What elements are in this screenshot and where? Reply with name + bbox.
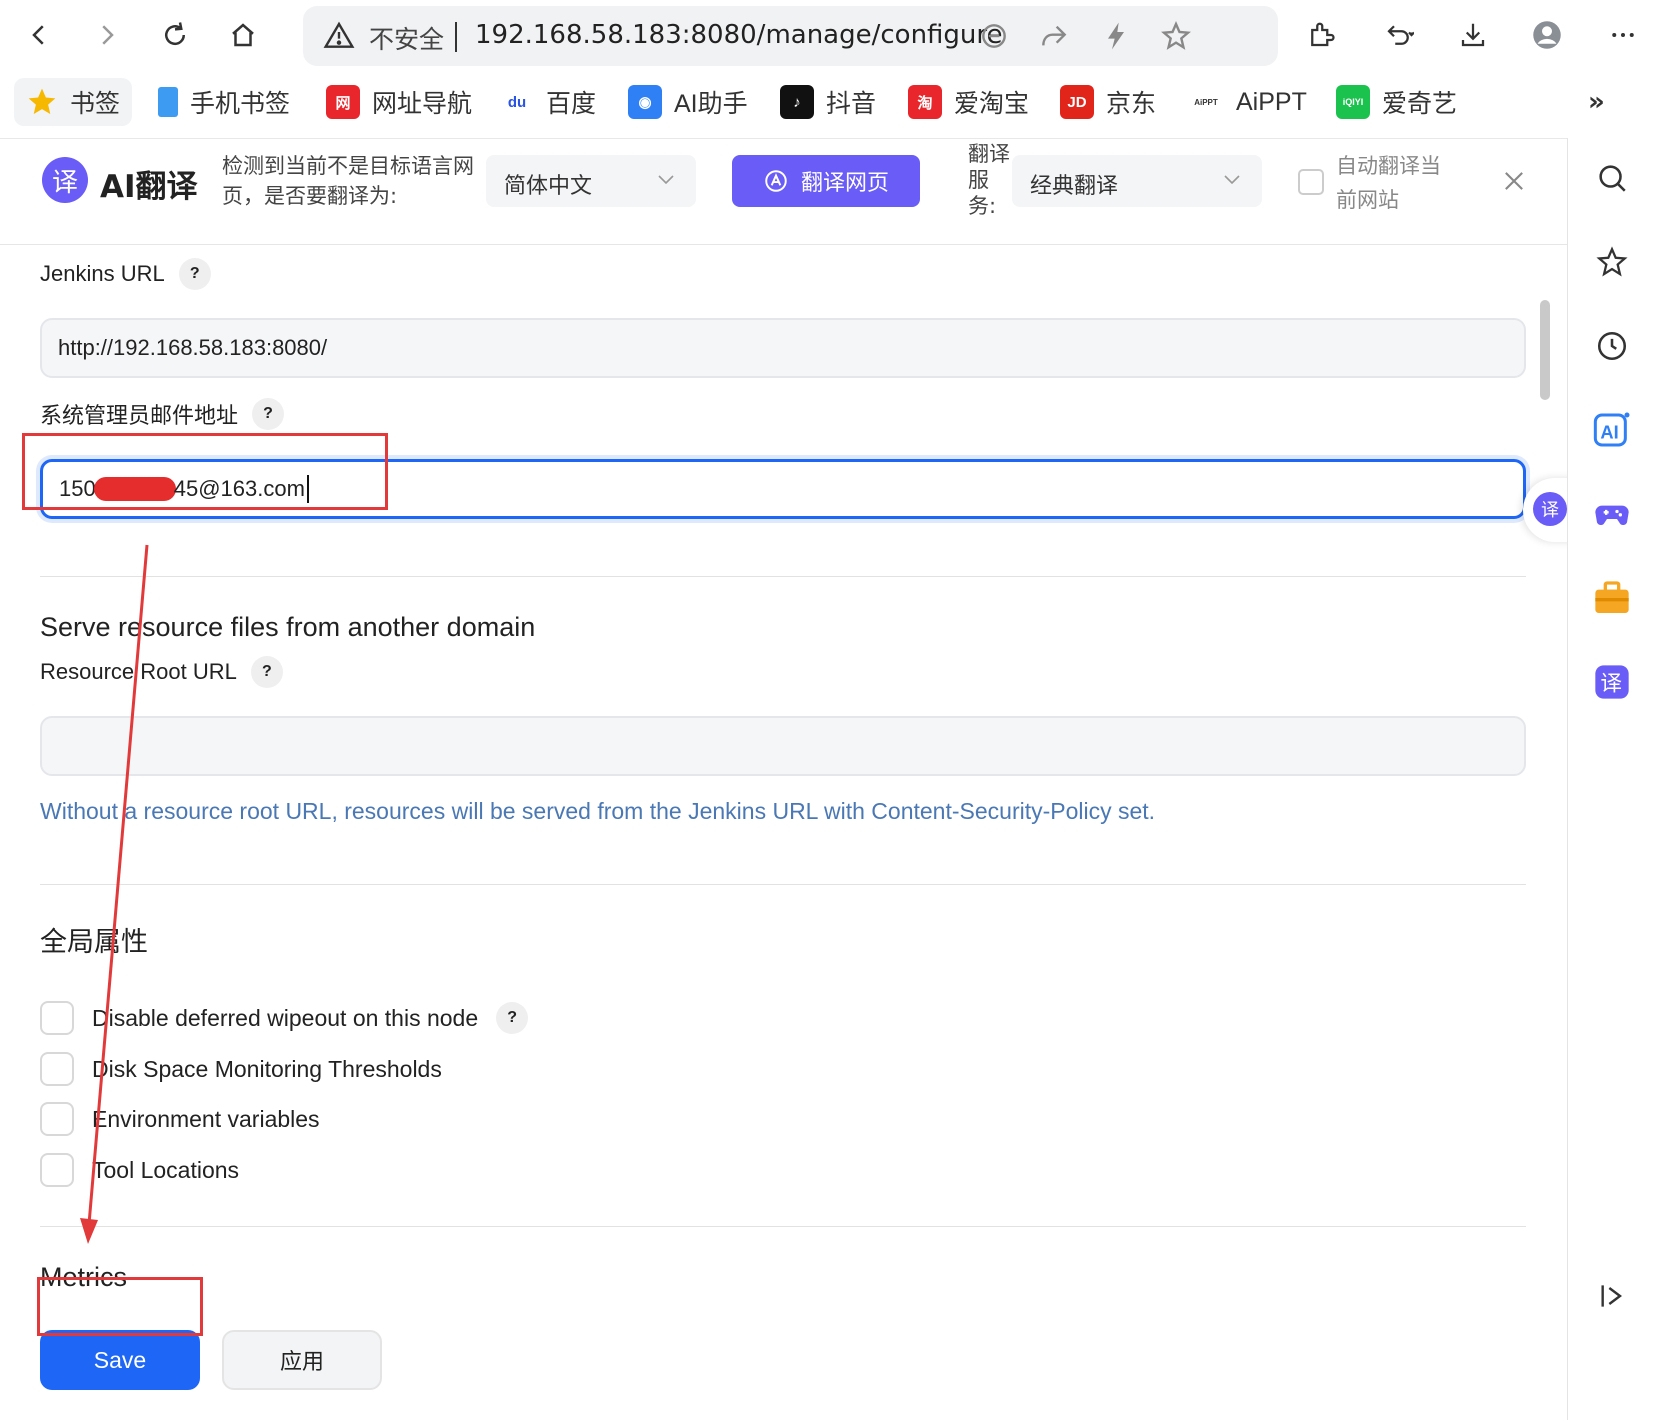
service-label: 翻译服务:	[968, 142, 1010, 218]
section-divider	[40, 576, 1526, 577]
nav-icon: 网	[326, 85, 360, 119]
phone-bookmark-icon	[158, 87, 178, 117]
star-icon[interactable]	[1160, 20, 1192, 52]
translate-page-button[interactable]: 翻译网页	[732, 155, 920, 207]
form-action-bar: Save 应用	[0, 1318, 1567, 1420]
translate-logo-icon: 译	[42, 157, 88, 203]
auto-translate-checkbox[interactable]	[1298, 169, 1324, 195]
chevron-down-icon	[1224, 175, 1240, 185]
global-property-row[interactable]: Tool Locations	[40, 1152, 239, 1188]
translate-logo-icon: 译	[1533, 492, 1567, 526]
toolbox-icon[interactable]	[1590, 576, 1634, 620]
back-arrow-icon[interactable]	[16, 12, 62, 58]
global-property-row[interactable]: Environment variables	[40, 1101, 320, 1137]
ai-assistant-icon: ◉	[628, 85, 662, 119]
resource-section-title: Serve resource files from another domain	[40, 612, 536, 642]
global-property-row[interactable]: Disable deferred wipeout on this node ?	[40, 1000, 529, 1036]
star-icon	[28, 88, 56, 114]
download-icon[interactable]	[1450, 12, 1496, 58]
svg-text:AI: AI	[1600, 421, 1618, 442]
forward-arrow-icon[interactable]	[84, 12, 130, 58]
history-icon[interactable]	[1590, 324, 1634, 368]
resource-root-url-hint: Without a resource root URL, resources w…	[40, 798, 1156, 824]
page-top-divider	[0, 244, 1567, 245]
browser-toolbar: 不安全 192.168.58.183:8080/manage/configure	[0, 0, 1657, 70]
floating-translate-button[interactable]: 译	[1523, 478, 1567, 542]
checkbox[interactable]	[40, 1052, 74, 1086]
translate-icon	[765, 170, 787, 192]
avatar-icon[interactable]	[1524, 12, 1570, 58]
share-icon[interactable]	[1038, 20, 1070, 52]
taobao-icon: 淘	[908, 85, 942, 119]
jenkins-configure-page: Jenkins URL ? http://192.168.58.183:8080…	[0, 220, 1567, 1420]
collapse-panel-icon[interactable]	[1590, 1274, 1634, 1318]
admin-email-label: 系统管理员邮件地址 ?	[40, 398, 285, 430]
translate-service-select[interactable]: 经典翻译	[1012, 155, 1262, 207]
bookmark-item[interactable]: du 百度	[500, 78, 596, 126]
checkbox[interactable]	[40, 1102, 74, 1136]
bookmark-item[interactable]: 淘 爱淘宝	[908, 78, 1029, 126]
bookmark-item[interactable]: AiPPT AiPPT	[1188, 78, 1307, 126]
undo-icon[interactable]	[1376, 12, 1422, 58]
jenkins-url-input[interactable]: http://192.168.58.183:8080/	[40, 318, 1526, 378]
bookmark-item[interactable]: ♪ 抖音	[780, 78, 876, 126]
search-icon[interactable]	[1590, 156, 1634, 200]
bookmark-item[interactable]: ◉ AI助手	[628, 78, 748, 126]
aippt-icon: AiPPT	[1194, 97, 1218, 107]
help-icon[interactable]: ?	[252, 398, 285, 430]
global-properties-title: 全局属性	[40, 927, 148, 958]
annotation-highlight-save	[37, 1277, 203, 1336]
warning-icon	[323, 21, 355, 48]
apply-button[interactable]: 应用	[222, 1330, 382, 1390]
bookmark-item[interactable]: 书签	[14, 78, 133, 126]
lightning-icon[interactable]	[1100, 20, 1132, 52]
bookmark-item[interactable]: 网 网址导航	[326, 78, 472, 126]
url-text[interactable]: 192.168.58.183:8080/manage/configure	[475, 20, 1003, 50]
reload-icon[interactable]	[152, 12, 198, 58]
svg-text:译: 译	[1600, 671, 1622, 696]
close-icon[interactable]	[1500, 167, 1528, 195]
checkbox[interactable]	[40, 1001, 74, 1035]
annotation-highlight-email	[22, 433, 388, 510]
address-divider	[455, 22, 457, 52]
extensions-icon[interactable]	[1298, 12, 1344, 58]
more-icon[interactable]	[1600, 12, 1646, 58]
game-controller-icon[interactable]	[1590, 492, 1634, 536]
translate-icon[interactable]: 译	[1590, 660, 1634, 704]
translate-bar-title: AI翻译	[100, 169, 198, 205]
chevron-down-icon	[658, 175, 674, 185]
baidu-icon: du	[507, 93, 527, 111]
jenkins-url-label: Jenkins URL ?	[40, 258, 211, 290]
translate-bar-description: 检测到当前不是目标语言网页，是否要翻译为:	[222, 154, 474, 208]
target-language-select[interactable]: 简体中文	[486, 155, 696, 207]
jd-icon: JD	[1060, 85, 1094, 119]
iqiyi-icon: iQIYI	[1336, 85, 1370, 119]
browser-side-panel: AI 译	[1567, 138, 1657, 1420]
bookmark-item[interactable]: JD 京东	[1060, 78, 1156, 126]
global-property-row[interactable]: Disk Space Monitoring Thresholds	[40, 1051, 442, 1087]
security-label: 不安全	[369, 25, 445, 54]
zoom-out-icon[interactable]	[978, 20, 1010, 52]
save-button[interactable]: Save	[40, 1330, 200, 1390]
address-bar[interactable]: 不安全 192.168.58.183:8080/manage/configure	[303, 6, 1278, 66]
section-divider	[40, 884, 1526, 885]
ai-icon[interactable]: AI	[1590, 408, 1634, 452]
douyin-icon: ♪	[780, 85, 814, 119]
auto-translate-label: 自动翻译当前网站	[1336, 154, 1441, 212]
help-icon[interactable]: ?	[178, 258, 211, 290]
checkbox[interactable]	[40, 1153, 74, 1187]
translate-bar: 译 AI翻译 检测到当前不是目标语言网页，是否要翻译为: 简体中文 翻译网页 翻…	[0, 138, 1567, 220]
favorites-icon[interactable]	[1590, 240, 1634, 284]
resource-root-url-label: Resource Root URL ?	[40, 656, 283, 688]
bookmark-item[interactable]: 手机书签	[158, 78, 290, 126]
bookmark-item[interactable]: iQIYI 爱奇艺	[1336, 78, 1457, 126]
home-icon[interactable]	[220, 12, 266, 58]
resource-root-url-input[interactable]	[40, 716, 1526, 776]
section-divider	[40, 1226, 1526, 1227]
help-icon[interactable]: ?	[250, 656, 283, 688]
help-icon[interactable]: ?	[496, 1002, 529, 1034]
scrollbar-thumb[interactable]	[1540, 300, 1550, 400]
bookmarks-bar: 书签 手机书签 网 网址导航 du 百度 ◉ AI助手 ♪ 抖音 淘 爱淘宝 J…	[0, 70, 1657, 138]
bookmarks-overflow-button[interactable]: »	[1588, 78, 1605, 126]
